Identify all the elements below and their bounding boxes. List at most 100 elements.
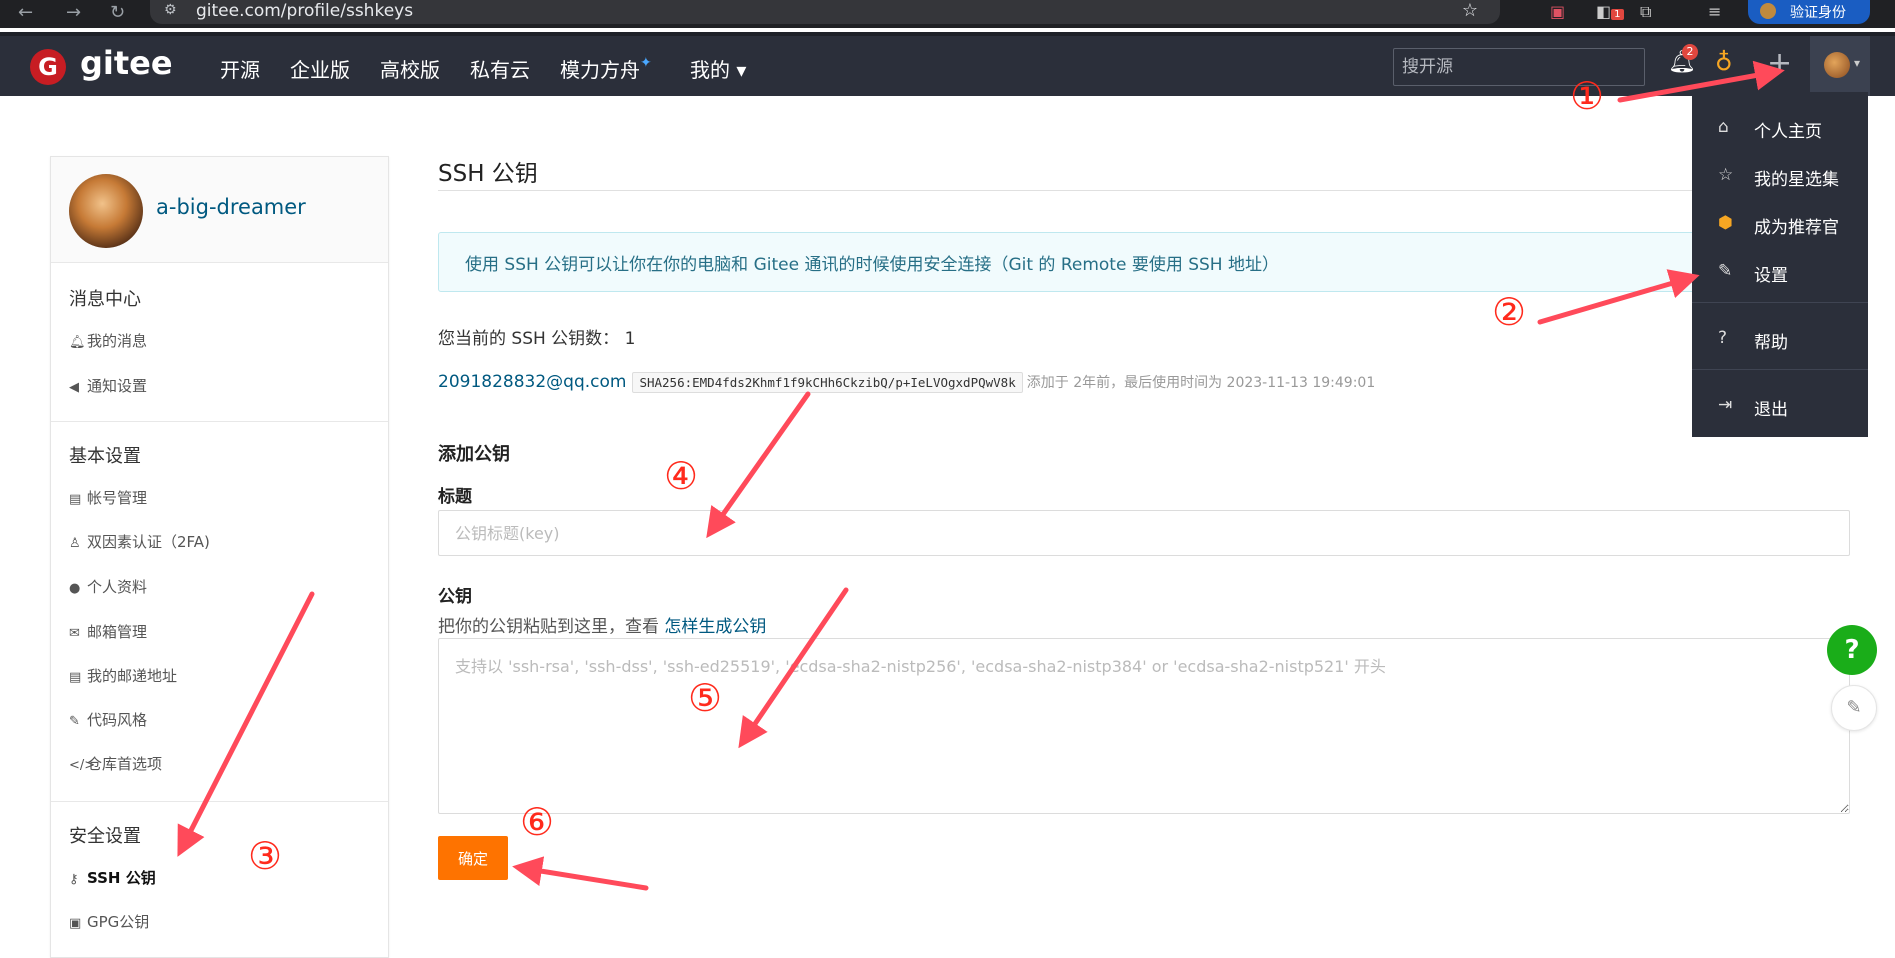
sidebar-item-ssh-keys[interactable]: ⚷ SSH 公钥 (69, 867, 156, 888)
menu-item-recommender[interactable]: ⬢ 成为推荐官 (1692, 203, 1868, 243)
user-icon: ● (69, 581, 81, 596)
annotation-1: ① (1570, 74, 1605, 118)
section-security-settings: 安全设置 (69, 826, 141, 847)
forward-icon[interactable]: → (66, 2, 81, 23)
sidebar-item-label: GPG公钥 (87, 913, 150, 931)
nav-open-source[interactable]: 开源 (220, 54, 260, 83)
key-list-item: 2091828832@qq.com SHA256:EMD4fds2Khmf1f9k… (438, 372, 1375, 393)
speaker-icon: ◀︎ (69, 380, 79, 395)
confirm-button[interactable]: 确定 (438, 836, 508, 880)
sidebar-item-label: SSH 公钥 (87, 869, 156, 887)
sidebar-item-label: 帐号管理 (87, 489, 148, 507)
back-icon[interactable]: ← (18, 2, 33, 23)
logo-text[interactable]: gitee (80, 44, 173, 82)
menu-item-help[interactable]: ? 帮助 (1692, 318, 1868, 358)
translate-extension-icon[interactable]: ▣ (1550, 2, 1565, 21)
avatar[interactable] (69, 174, 143, 248)
verify-identity-button[interactable]: 验证身份 (1748, 0, 1870, 24)
search-box[interactable] (1393, 48, 1645, 86)
notification-badge: 2 (1682, 44, 1698, 60)
sidebar-item-account[interactable]: ▤ 帐号管理 (69, 487, 147, 508)
bell-icon: 🔔︎ (69, 335, 86, 350)
divider (438, 190, 1858, 191)
sidebar-item-label: 通知设置 (87, 377, 148, 395)
menu-item-label: 成为推荐官 (1754, 218, 1839, 238)
sidebar-item-my-messages[interactable]: 🔔︎我的消息 (69, 330, 147, 351)
sidebar-item-label: 我的消息 (87, 332, 148, 350)
key-email[interactable]: 2091828832@qq.com (438, 372, 626, 392)
lightbulb-icon[interactable]: ♁ (1715, 48, 1733, 76)
info-text: 使用 SSH 公钥可以让你在你的电脑和 Gitee 通讯的时候使用安全连接（Gi… (465, 255, 1279, 275)
public-key-textarea[interactable] (438, 638, 1850, 814)
profile-avatar-icon (1760, 3, 1776, 19)
user-dropdown-menu: ⌂ 个人主页 ☆ 我的星选集 ⬢ 成为推荐官 ✎ 设置 ? 帮助 ⇥ 退出 (1692, 92, 1868, 437)
bookmark-star-icon[interactable]: ☆ (1462, 0, 1478, 21)
chevron-down-icon: ▾ (1854, 56, 1861, 70)
feedback-button[interactable]: ✎ (1831, 685, 1877, 731)
code-icon: </> (69, 758, 96, 773)
gitee-logo-icon[interactable]: G (30, 49, 66, 85)
reload-icon[interactable]: ↻ (110, 2, 125, 23)
annotation-3: ③ (248, 834, 283, 878)
puzzle-icon[interactable]: ⧉ (1640, 2, 1651, 22)
sidebar-item-email[interactable]: ✉ 邮箱管理 (69, 621, 147, 642)
question-circle-icon: ? (1718, 328, 1728, 348)
menu-item-stars[interactable]: ☆ 我的星选集 (1692, 155, 1868, 195)
envelope-icon: ✉ (69, 626, 80, 641)
create-plus-icon[interactable]: + (1767, 46, 1792, 81)
sidebar-item-label: 双因素认证（2FA) (87, 533, 210, 551)
key-hint: 把你的公钥粘贴到这里，查看 怎样生成公钥 (438, 612, 766, 637)
extension-icon[interactable]: ◧ 1 (1596, 2, 1624, 21)
address-bar[interactable]: ⚙ gitee.com/profile/sshkeys ☆ (150, 0, 1500, 24)
sidebar-item-2fa[interactable]: ♙ 双因素认证（2FA) (69, 531, 210, 552)
menu-item-logout[interactable]: ⇥ 退出 (1692, 385, 1868, 425)
notification-bell-icon[interactable]: 🔔︎ 2 (1668, 44, 1698, 75)
menu-item-label: 我的星选集 (1754, 170, 1839, 190)
add-key-heading: 添加公钥 (438, 444, 510, 465)
hint-text: 把你的公钥粘贴到这里，查看 (438, 617, 665, 637)
annotation-4: ④ (664, 454, 699, 498)
nav-private-cloud[interactable]: 私有云 (470, 54, 530, 83)
edit-icon: ✎ (1846, 697, 1862, 718)
nav-enterprise[interactable]: 企业版 (290, 54, 350, 83)
profile-card: a-big-dreamer (51, 157, 388, 263)
nav-moli[interactable]: 模力方舟✦ (560, 54, 652, 83)
user-avatar-menu[interactable]: ▾ (1810, 36, 1870, 96)
title-label: 标题 (438, 487, 472, 507)
home-icon: ⌂ (1718, 117, 1729, 137)
menu-item-homepage[interactable]: ⌂ 个人主页 (1692, 107, 1868, 147)
menu-item-settings[interactable]: ✎ 设置 (1692, 251, 1868, 291)
sidebar-item-gpg-keys[interactable]: ▣ GPG公钥 (69, 911, 149, 932)
sidebar-item-repo-preferences[interactable]: </>仓库首选项 (69, 753, 162, 774)
menu-item-label: 设置 (1754, 266, 1788, 286)
help-button[interactable]: ? (1827, 625, 1877, 675)
divider (51, 421, 388, 422)
menu-item-label: 个人主页 (1754, 122, 1822, 142)
key-title-input[interactable] (438, 510, 1850, 556)
sidebar-item-mailing-address[interactable]: ▤ 我的邮递地址 (69, 665, 177, 686)
sidebar-item-code-style[interactable]: ✎ 代码风格 (69, 709, 147, 730)
sidebar-item-notification-settings[interactable]: ◀︎ 通知设置 (69, 375, 147, 396)
section-basic-settings: 基本设置 (69, 446, 141, 467)
site-info-icon[interactable]: ⚙ (164, 2, 177, 18)
badge-icon: ⬢ (1718, 213, 1733, 233)
divider (1692, 369, 1868, 370)
sidebar-item-label: 我的邮递地址 (87, 667, 178, 685)
nav-education[interactable]: 高校版 (380, 54, 440, 83)
sidebar-item-profile[interactable]: ● 个人资料 (69, 576, 147, 597)
logout-icon: ⇥ (1718, 395, 1733, 415)
settings-sidebar: a-big-dreamer 消息中心 🔔︎我的消息 ◀︎ 通知设置 基本设置 ▤ 帐… (50, 156, 389, 958)
username-link[interactable]: a-big-dreamer (156, 195, 306, 219)
menu-item-label: 帮助 (1754, 333, 1788, 353)
page-title: SSH 公钥 (438, 161, 538, 187)
browser-toolbar: ← → ↻ ⚙ gitee.com/profile/sshkeys ☆ ▣ ◧ 1… (0, 0, 1895, 28)
nav-mine[interactable]: 我的 ▾ (690, 54, 746, 83)
avatar (1824, 52, 1850, 78)
media-icon[interactable]: ≡ (1708, 2, 1721, 21)
verify-label: 验证身份 (1790, 5, 1846, 21)
info-banner: 使用 SSH 公钥可以让你在你的电脑和 Gitee 通讯的时候使用安全连接（Gi… (438, 232, 1860, 292)
url-text[interactable]: gitee.com/profile/sshkeys (196, 1, 413, 21)
site-header: G gitee 开源 企业版 高校版 私有云 模力方舟✦ 我的 ▾ 🔔︎2 ♁ … (0, 32, 1895, 96)
how-to-generate-link[interactable]: 怎样生成公钥 (664, 617, 766, 637)
edit-icon: ✎ (1718, 261, 1733, 281)
